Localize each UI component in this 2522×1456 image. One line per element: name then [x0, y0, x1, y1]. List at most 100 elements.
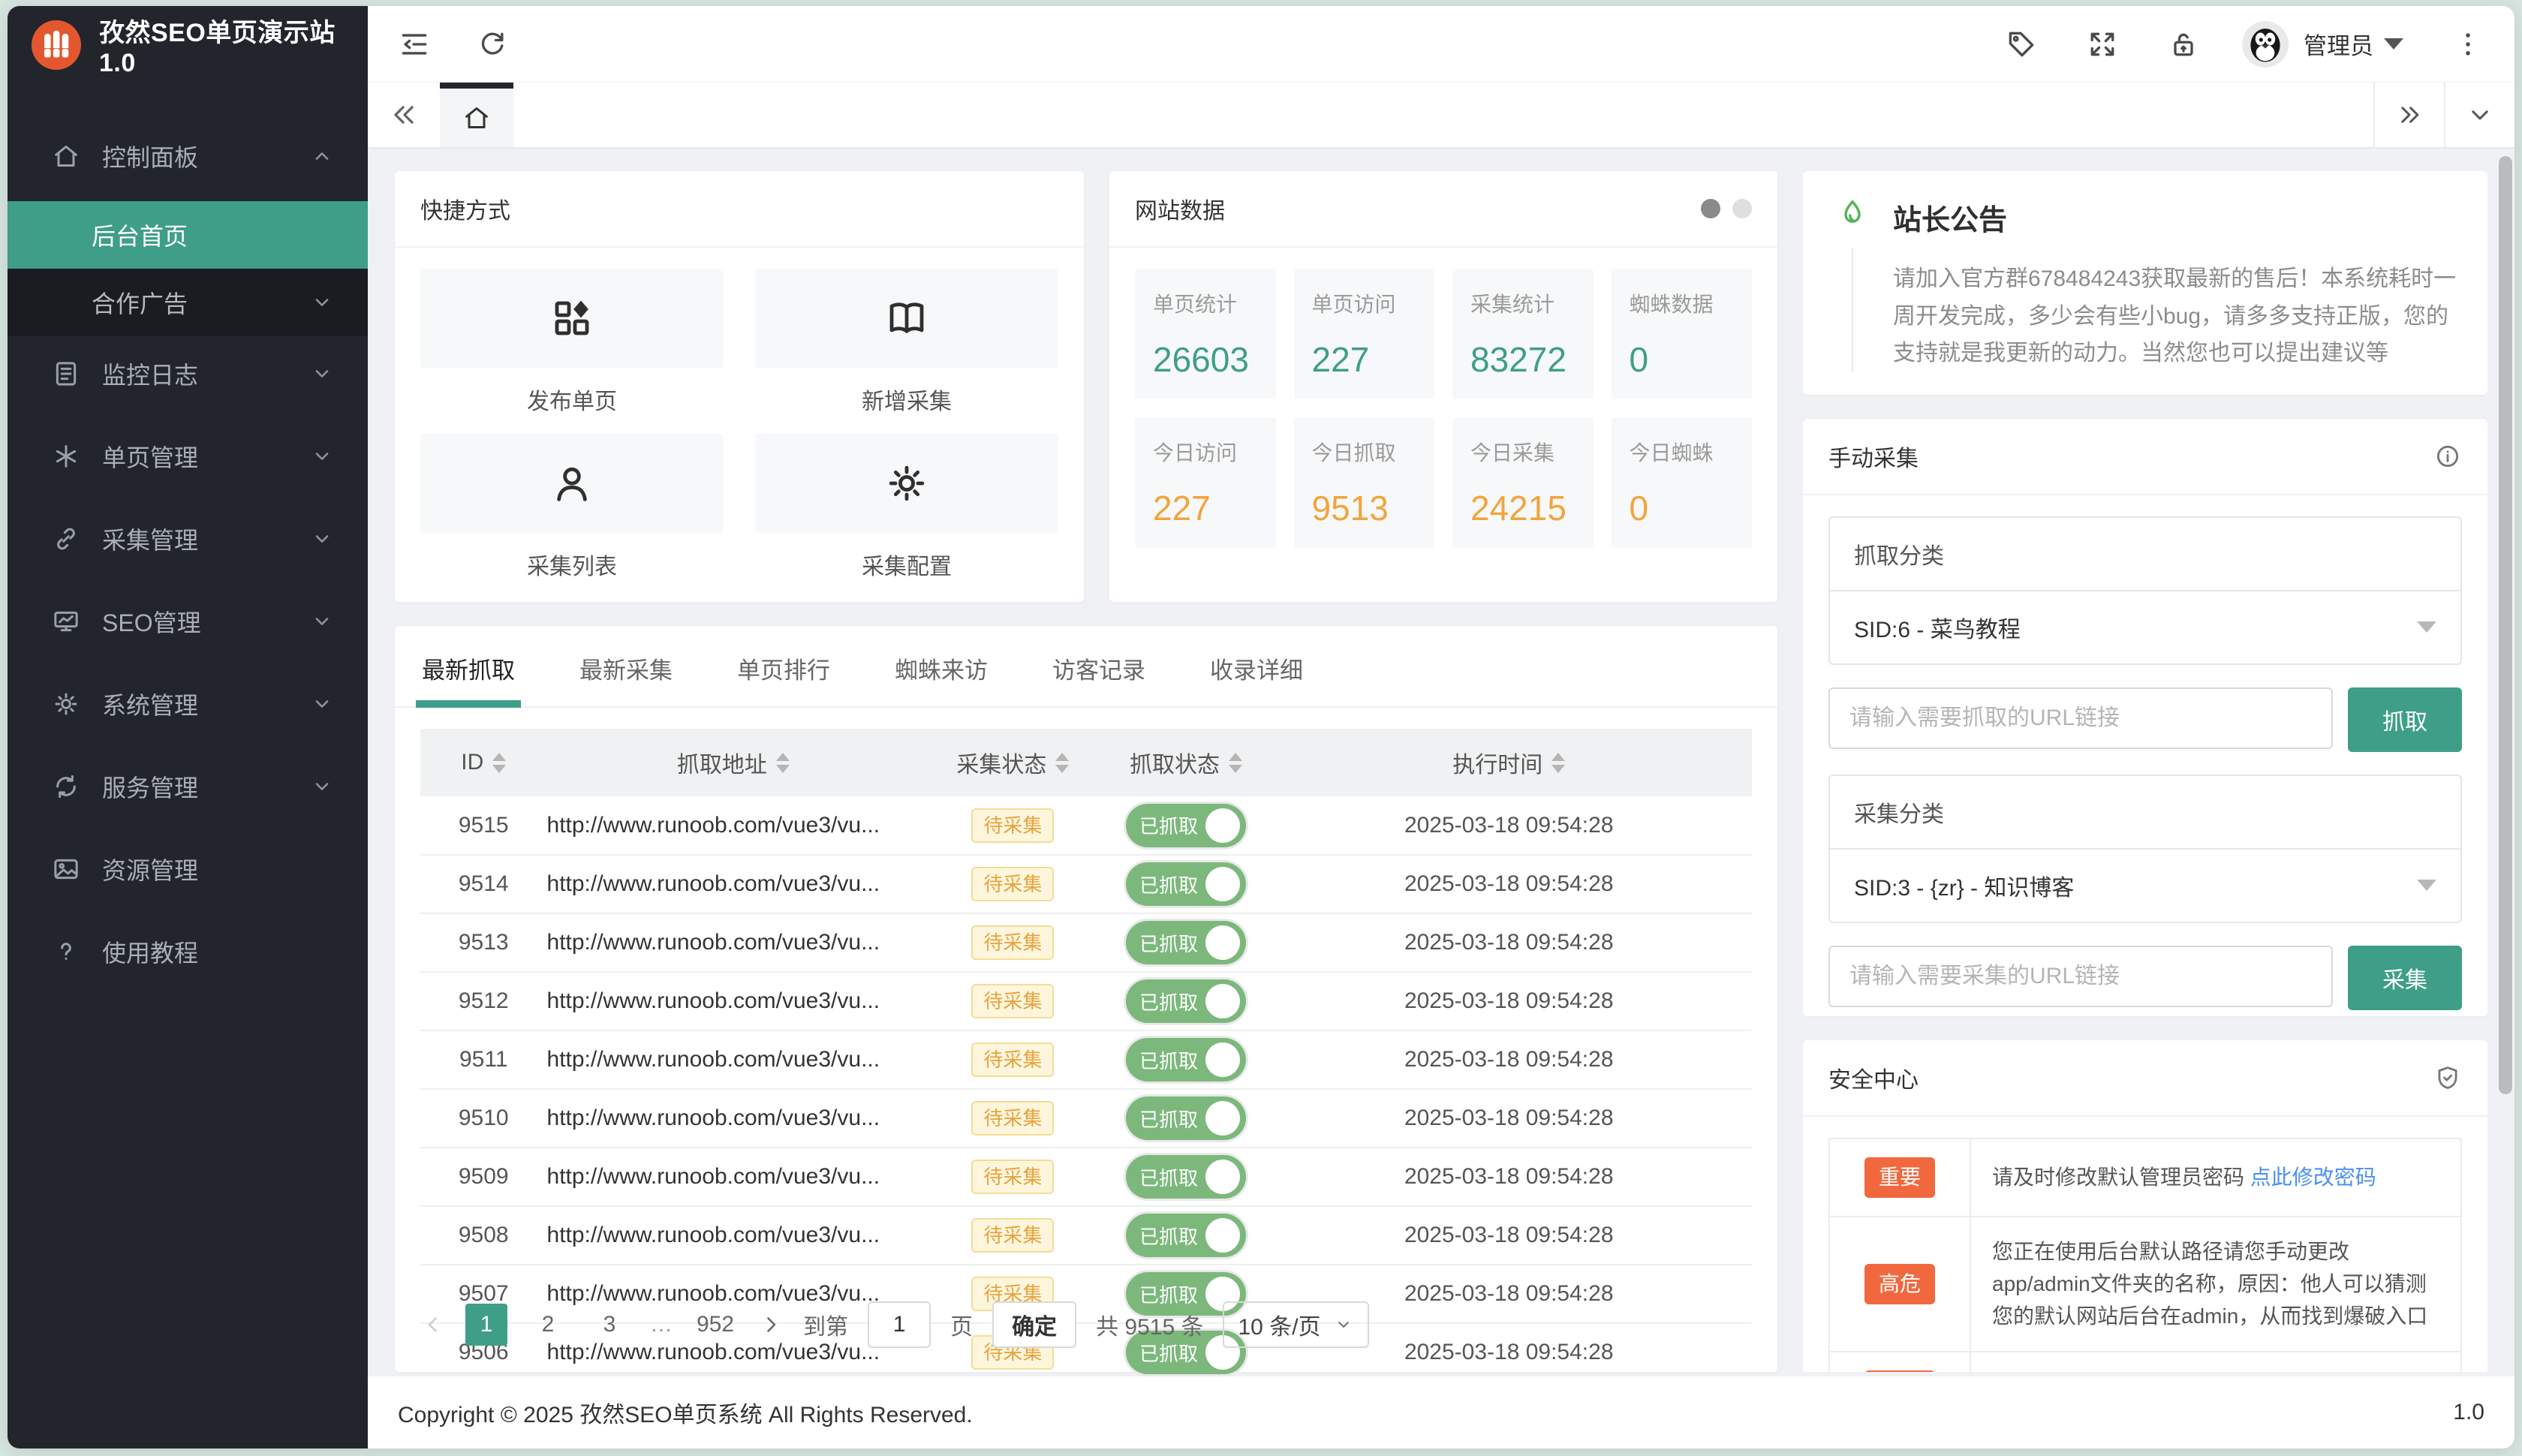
tabs-collapse-button[interactable]: [368, 83, 440, 147]
table-row: 9514http://www.runoob.com/vue3/vu...待采集已…: [420, 855, 1752, 913]
tag-icon[interactable]: [2005, 28, 2038, 61]
sidebar-item-8[interactable]: 服务管理: [8, 749, 368, 824]
sidebar-item-4[interactable]: 单页管理: [8, 419, 368, 494]
security-body: 重要请及时修改默认管理员密码 点此修改密码高危您正在使用后台默认路径请您手动更改…: [1803, 1117, 2487, 1373]
next-page-icon[interactable]: [758, 1312, 784, 1337]
fetch-status-toggle[interactable]: 已抓取: [1126, 1214, 1246, 1257]
chevron-down-icon: [2465, 100, 2495, 130]
fetch-status-toggle[interactable]: 已抓取: [1126, 1038, 1246, 1081]
stat-label: 今日抓取: [1312, 437, 1417, 467]
sort-arrows-icon[interactable]: [1229, 753, 1242, 773]
cell-time: 2025-03-18 09:54:28: [1266, 855, 1752, 913]
sidebar-item-10[interactable]: 使用教程: [8, 914, 368, 989]
cell-url: http://www.runoob.com/vue3/vu...: [547, 1148, 920, 1206]
sidebar-subitem-2[interactable]: 合作广告: [8, 269, 368, 336]
shortcut-item-1[interactable]: 新增采集: [755, 269, 1058, 416]
cell-time: 2025-03-18 09:54:28: [1266, 913, 1752, 972]
pending-badge: 待采集: [971, 1160, 1054, 1194]
page-number-952[interactable]: 952: [692, 1304, 739, 1346]
selected-category: SID:6 - 菜鸟教程: [1854, 611, 2021, 644]
sidebar-item-7[interactable]: 系统管理: [8, 666, 368, 742]
app-title: 孜然SEO单页演示站1.0: [99, 12, 368, 78]
table-tab-蜘蛛来访[interactable]: 蜘蛛来访: [893, 626, 989, 706]
stat-label: 今日访问: [1153, 437, 1258, 467]
cell-id: 9515: [420, 796, 547, 855]
table-tab-访客记录[interactable]: 访客记录: [1051, 626, 1147, 706]
data-table: ID抓取地址采集状态抓取状态执行时间 9515 http://www.runoob…: [420, 729, 1752, 1376]
page-number-3[interactable]: 3: [588, 1304, 630, 1346]
per-page-select[interactable]: 10 条/页: [1223, 1301, 1368, 1348]
page-number-1[interactable]: 1: [465, 1304, 507, 1346]
left-column: 快捷方式 发布单页新增采集采集列表采集配置 网站数据 单页统计26603: [395, 171, 1777, 1372]
kebab-menu-icon[interactable]: [2451, 28, 2484, 61]
fetch-status-toggle[interactable]: 已抓取: [1126, 921, 1246, 964]
collect-button-0[interactable]: 抓取: [2348, 687, 2462, 752]
carousel-dot[interactable]: [1732, 199, 1752, 218]
sort-arrows-icon[interactable]: [776, 753, 790, 773]
stat-value: 26603: [1153, 339, 1258, 380]
announcement-card: 站长公告 请加入官方群678484243获取最新的售后！本系统耗时一周开发完成，…: [1803, 171, 2487, 395]
column-header-ID[interactable]: ID: [420, 729, 547, 796]
sidebar-item-3[interactable]: 监控日志: [8, 336, 368, 411]
security-link[interactable]: 点此修改密码: [2250, 1166, 2376, 1189]
cell-collect-status: 待采集: [919, 855, 1106, 913]
stat-label: 采集统计: [1470, 288, 1575, 318]
column-header-采集状态[interactable]: 采集状态: [919, 729, 1106, 796]
carousel-dot-active[interactable]: [1701, 199, 1720, 218]
sort-arrows-icon[interactable]: [1551, 753, 1565, 773]
collect-button-1[interactable]: 采集: [2348, 946, 2462, 1010]
url-input-0[interactable]: [1828, 687, 2333, 749]
goto-confirm-button[interactable]: 确定: [992, 1301, 1076, 1348]
tab-home[interactable]: [440, 83, 513, 147]
sidebar-item-9[interactable]: 资源管理: [8, 832, 368, 907]
url-input-1[interactable]: [1828, 946, 2333, 1007]
fullscreen-icon[interactable]: [2086, 28, 2119, 61]
fetch-status-toggle[interactable]: 已抓取: [1126, 804, 1246, 847]
fetch-status-toggle[interactable]: 已抓取: [1126, 862, 1246, 906]
toggle-knob: [1205, 808, 1240, 843]
shortcut-item-3[interactable]: 采集配置: [755, 434, 1058, 581]
collect-category-select[interactable]: SID:3 - {zr} - 知识博客: [1830, 850, 2460, 922]
table-tab-单页排行[interactable]: 单页排行: [736, 626, 832, 706]
page-number-2[interactable]: 2: [527, 1304, 569, 1346]
sidebar-item-6[interactable]: SEO管理: [8, 584, 368, 659]
pending-badge: 待采集: [971, 925, 1054, 960]
refresh-icon[interactable]: [476, 28, 509, 61]
cell-time: 2025-03-18 09:54:28: [1266, 1206, 1752, 1265]
menu-fold-icon[interactable]: [398, 28, 431, 61]
table-tab-收录详细[interactable]: 收录详细: [1208, 626, 1305, 706]
scrollbar-thumb[interactable]: [2499, 156, 2512, 1094]
sort-arrows-icon[interactable]: [1055, 753, 1069, 773]
column-header-抓取状态[interactable]: 抓取状态: [1106, 729, 1266, 796]
content: 快捷方式 发布单页新增采集采集列表采集配置 网站数据 单页统计26603: [368, 149, 2514, 1376]
goto-page-input[interactable]: [868, 1301, 931, 1348]
table-tab-最新抓取[interactable]: 最新抓取: [420, 626, 516, 706]
security-badge: 高危: [1864, 1264, 1935, 1304]
user-menu[interactable]: 管理员: [2242, 21, 2403, 68]
collect-category-select[interactable]: SID:6 - 菜鸟教程: [1830, 591, 2460, 663]
fetch-status-toggle[interactable]: 已抓取: [1126, 1097, 1246, 1140]
stat-label: 单页访问: [1312, 288, 1417, 318]
gear-icon: [883, 459, 931, 507]
tabs-menu-button[interactable]: [2444, 83, 2514, 147]
fetch-status-toggle[interactable]: 已抓取: [1126, 979, 1246, 1023]
column-header-抓取地址[interactable]: 抓取地址: [547, 729, 920, 796]
unlock-icon[interactable]: [2167, 28, 2200, 61]
tabs-overflow-button[interactable]: [2373, 83, 2444, 147]
sidebar-item-5[interactable]: 采集管理: [8, 501, 368, 576]
stat-value: 0: [1630, 488, 1735, 528]
shortcut-item-0[interactable]: 发布单页: [420, 269, 724, 416]
shortcut-item-2[interactable]: 采集列表: [420, 434, 724, 581]
sort-arrows-icon[interactable]: [492, 753, 506, 773]
prev-page-icon[interactable]: [420, 1312, 446, 1337]
image-icon: [51, 854, 81, 884]
sidebar-subitem-1[interactable]: 后台首页: [8, 201, 368, 269]
info-icon[interactable]: [2433, 442, 2462, 471]
data-table-card: 最新抓取最新采集单页排行蜘蛛来访访客记录收录详细 ID抓取地址采集状态抓取状态执…: [395, 626, 1777, 1372]
fetch-status-toggle[interactable]: 已抓取: [1126, 1155, 1246, 1199]
table-row: 9512http://www.runoob.com/vue3/vu...待采集已…: [420, 972, 1752, 1030]
cell-id: 9509: [420, 1148, 547, 1206]
table-tab-最新采集[interactable]: 最新采集: [578, 626, 674, 706]
column-header-执行时间[interactable]: 执行时间: [1266, 729, 1752, 796]
sidebar-item-0[interactable]: 控制面板: [8, 119, 368, 194]
